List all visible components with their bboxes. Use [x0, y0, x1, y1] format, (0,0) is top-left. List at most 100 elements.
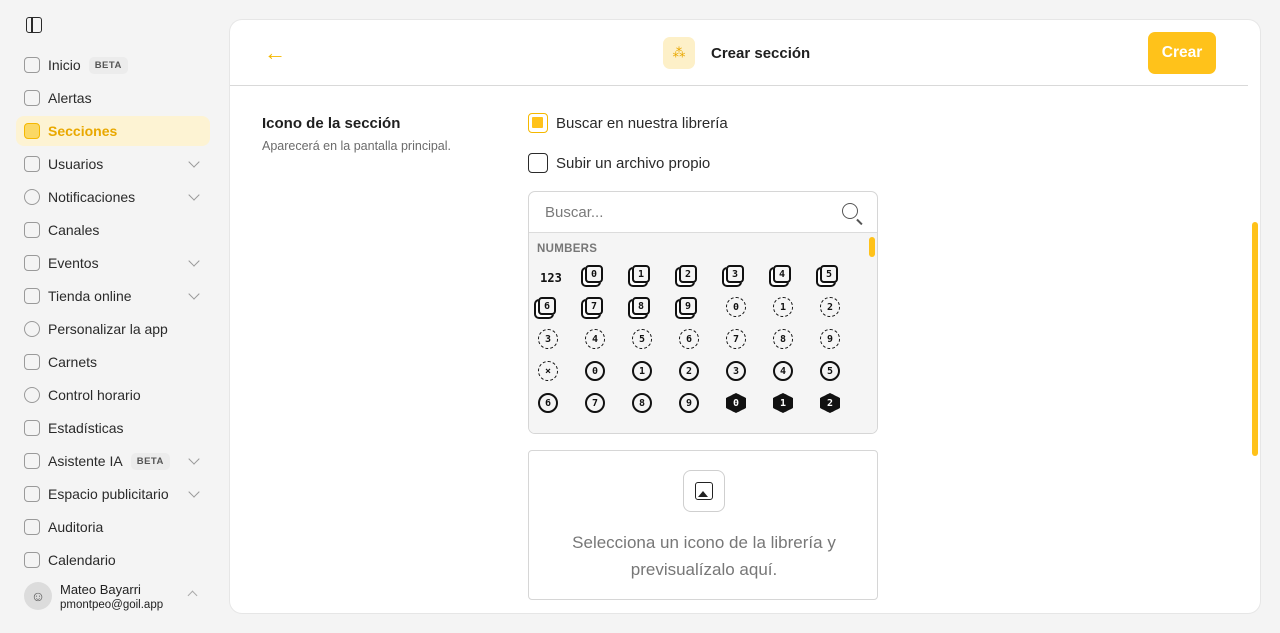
number-sq-icon: 4 — [773, 265, 791, 283]
library-icon-cell[interactable]: 5 — [632, 329, 679, 361]
sidebar-toggle-icon[interactable] — [26, 17, 42, 33]
number-dash-icon: 6 — [679, 329, 699, 349]
sidebar-item-eventos[interactable]: Eventos — [16, 248, 210, 278]
number-dash-icon: 1 — [773, 297, 793, 317]
library-icon-cell[interactable]: 1 — [773, 393, 820, 425]
sidebar-item-label: Canales — [48, 222, 100, 238]
sparkle-icon — [24, 453, 40, 469]
create-button[interactable]: Crear — [1148, 32, 1216, 74]
icon-library: NUMBERS 12301234567890123456789×01234567… — [528, 191, 878, 434]
library-icon-cell[interactable]: 4 — [585, 329, 632, 361]
sidebar-item-estadísticas[interactable]: Estadísticas — [16, 413, 210, 443]
option-library-label: Buscar en nuestra librería — [556, 114, 728, 132]
library-checkbox[interactable] — [528, 113, 548, 133]
sidebar-item-usuarios[interactable]: Usuarios — [16, 149, 210, 179]
number-dash-icon: 5 — [632, 329, 652, 349]
user-name: Mateo Bayarri — [60, 581, 141, 597]
sidebar-item-control-horario[interactable]: Control horario — [16, 380, 210, 410]
sidebar-item-asistente-ia[interactable]: Asistente IA BETA — [16, 446, 210, 476]
library-icon-cell[interactable]: 8 — [632, 393, 679, 425]
number-sq-icon: 8 — [632, 297, 650, 315]
cart-icon — [24, 288, 40, 304]
sidebar-item-secciones[interactable]: Secciones — [16, 116, 210, 146]
number-circ-icon: 3 — [726, 361, 746, 381]
library-icon-cell[interactable]: 7 — [585, 297, 632, 329]
search-input[interactable] — [529, 192, 877, 232]
number-hex-icon: 2 — [820, 393, 840, 413]
sidebar-item-auditoria[interactable]: Auditoria — [16, 512, 210, 542]
library-icon-cell[interactable]: 2 — [679, 265, 726, 297]
library-icon-cell[interactable]: 9 — [820, 329, 867, 361]
sidebar-item-inicio[interactable]: Inicio BETA — [16, 50, 210, 80]
user-menu[interactable]: ☺ Mateo Bayarri pmontpeo@goil.app — [24, 578, 208, 614]
number-dash-icon: 0 — [726, 297, 746, 317]
card-icon — [24, 354, 40, 370]
library-icon-cell[interactable]: 7 — [726, 329, 773, 361]
page-title: Crear sección — [711, 45, 811, 62]
chevron-down-icon — [188, 255, 200, 267]
back-arrow-icon[interactable]: ← — [264, 42, 286, 64]
library-icon-cell[interactable]: 0 — [585, 265, 632, 297]
sidebar-item-label: Control horario — [48, 387, 141, 403]
library-icon-cell[interactable]: 0 — [585, 361, 632, 393]
library-icon-cell[interactable]: 3 — [726, 361, 773, 393]
library-icon-cell[interactable]: 8 — [773, 329, 820, 361]
option-library[interactable]: Buscar en nuestra librería — [528, 113, 728, 133]
number-sq-icon: 1 — [632, 265, 650, 283]
library-icon-cell[interactable]: 5 — [820, 361, 867, 393]
number-dash-icon: 9 — [820, 329, 840, 349]
upload-checkbox[interactable] — [528, 153, 548, 173]
library-icon-cell[interactable]: 4 — [773, 265, 820, 297]
search-icon[interactable] — [842, 203, 858, 219]
library-icon-cell[interactable]: 123 — [538, 265, 585, 297]
library-scrollbar[interactable] — [869, 237, 875, 257]
library-icon-cell[interactable]: 6 — [679, 329, 726, 361]
sidebar-item-canales[interactable]: Canales — [16, 215, 210, 245]
library-icon-cell[interactable]: 3 — [538, 329, 585, 361]
library-icon-cell[interactable]: 2 — [679, 361, 726, 393]
number-dash-icon: 2 — [820, 297, 840, 317]
library-icon-cell[interactable]: 6 — [538, 297, 585, 329]
library-icon-cell[interactable]: 5 — [820, 265, 867, 297]
icon-grid: 123 0 1 2 3 4 5 6 7 8 9 0 1 2 3 4 5 6 7 8 9 × 0 1 2 3 4 5 6 7 8 9 0 1 2 — [538, 265, 867, 425]
chevron-down-icon — [188, 288, 200, 300]
sidebar-item-label: Asistente IA — [48, 453, 123, 469]
number-plain-icon: 123 — [540, 271, 562, 285]
library-icon-cell[interactable]: 9 — [679, 297, 726, 329]
sidebar-item-notificaciones[interactable]: Notificaciones — [16, 182, 210, 212]
number-sq-icon: 6 — [538, 297, 556, 315]
icon-preview: Selecciona un icono de la librería y pre… — [528, 450, 878, 600]
library-icon-cell[interactable]: 0 — [726, 297, 773, 329]
library-icon-cell[interactable]: 9 — [679, 393, 726, 425]
sidebar-item-alertas[interactable]: Alertas — [16, 83, 210, 113]
library-icon-cell[interactable]: 3 — [726, 265, 773, 297]
sidebar-item-label: Usuarios — [48, 156, 104, 172]
preview-text: Selecciona un icono de la librería y pre… — [572, 533, 836, 579]
home-icon — [24, 57, 40, 73]
number-dash-icon: 7 — [726, 329, 746, 349]
sidebar-item-espacio-publicitario[interactable]: Espacio publicitario — [16, 479, 210, 509]
library-icon-cell[interactable]: 1 — [632, 361, 679, 393]
library-icon-cell[interactable]: 1 — [632, 265, 679, 297]
library-icon-cell[interactable]: 4 — [773, 361, 820, 393]
library-icon-cell[interactable]: 7 — [585, 393, 632, 425]
main-scrollbar[interactable] — [1252, 222, 1258, 456]
number-sq-icon: 9 — [679, 297, 697, 315]
number-sq-icon: 3 — [726, 265, 744, 283]
sidebar-item-label: Personalizar la app — [48, 321, 168, 337]
sidebar-item-tienda-online[interactable]: Tienda online — [16, 281, 210, 311]
sections-icon: ⁂ — [663, 37, 695, 69]
option-upload-label: Subir un archivo propio — [556, 154, 711, 172]
beta-badge: BETA — [130, 452, 170, 470]
library-icon-cell[interactable]: × — [538, 361, 585, 393]
library-icon-cell[interactable]: 6 — [538, 393, 585, 425]
library-icon-cell[interactable]: 8 — [632, 297, 679, 329]
sidebar-item-calendario[interactable]: Calendario — [16, 545, 210, 575]
sidebar-item-carnets[interactable]: Carnets — [16, 347, 210, 377]
library-icon-cell[interactable]: 1 — [773, 297, 820, 329]
library-icon-cell[interactable]: 2 — [820, 297, 867, 329]
library-icon-cell[interactable]: 0 — [726, 393, 773, 425]
library-icon-cell[interactable]: 2 — [820, 393, 867, 425]
sidebar-item-personalizar-la-app[interactable]: Personalizar la app — [16, 314, 210, 344]
option-upload[interactable]: Subir un archivo propio — [528, 153, 710, 173]
